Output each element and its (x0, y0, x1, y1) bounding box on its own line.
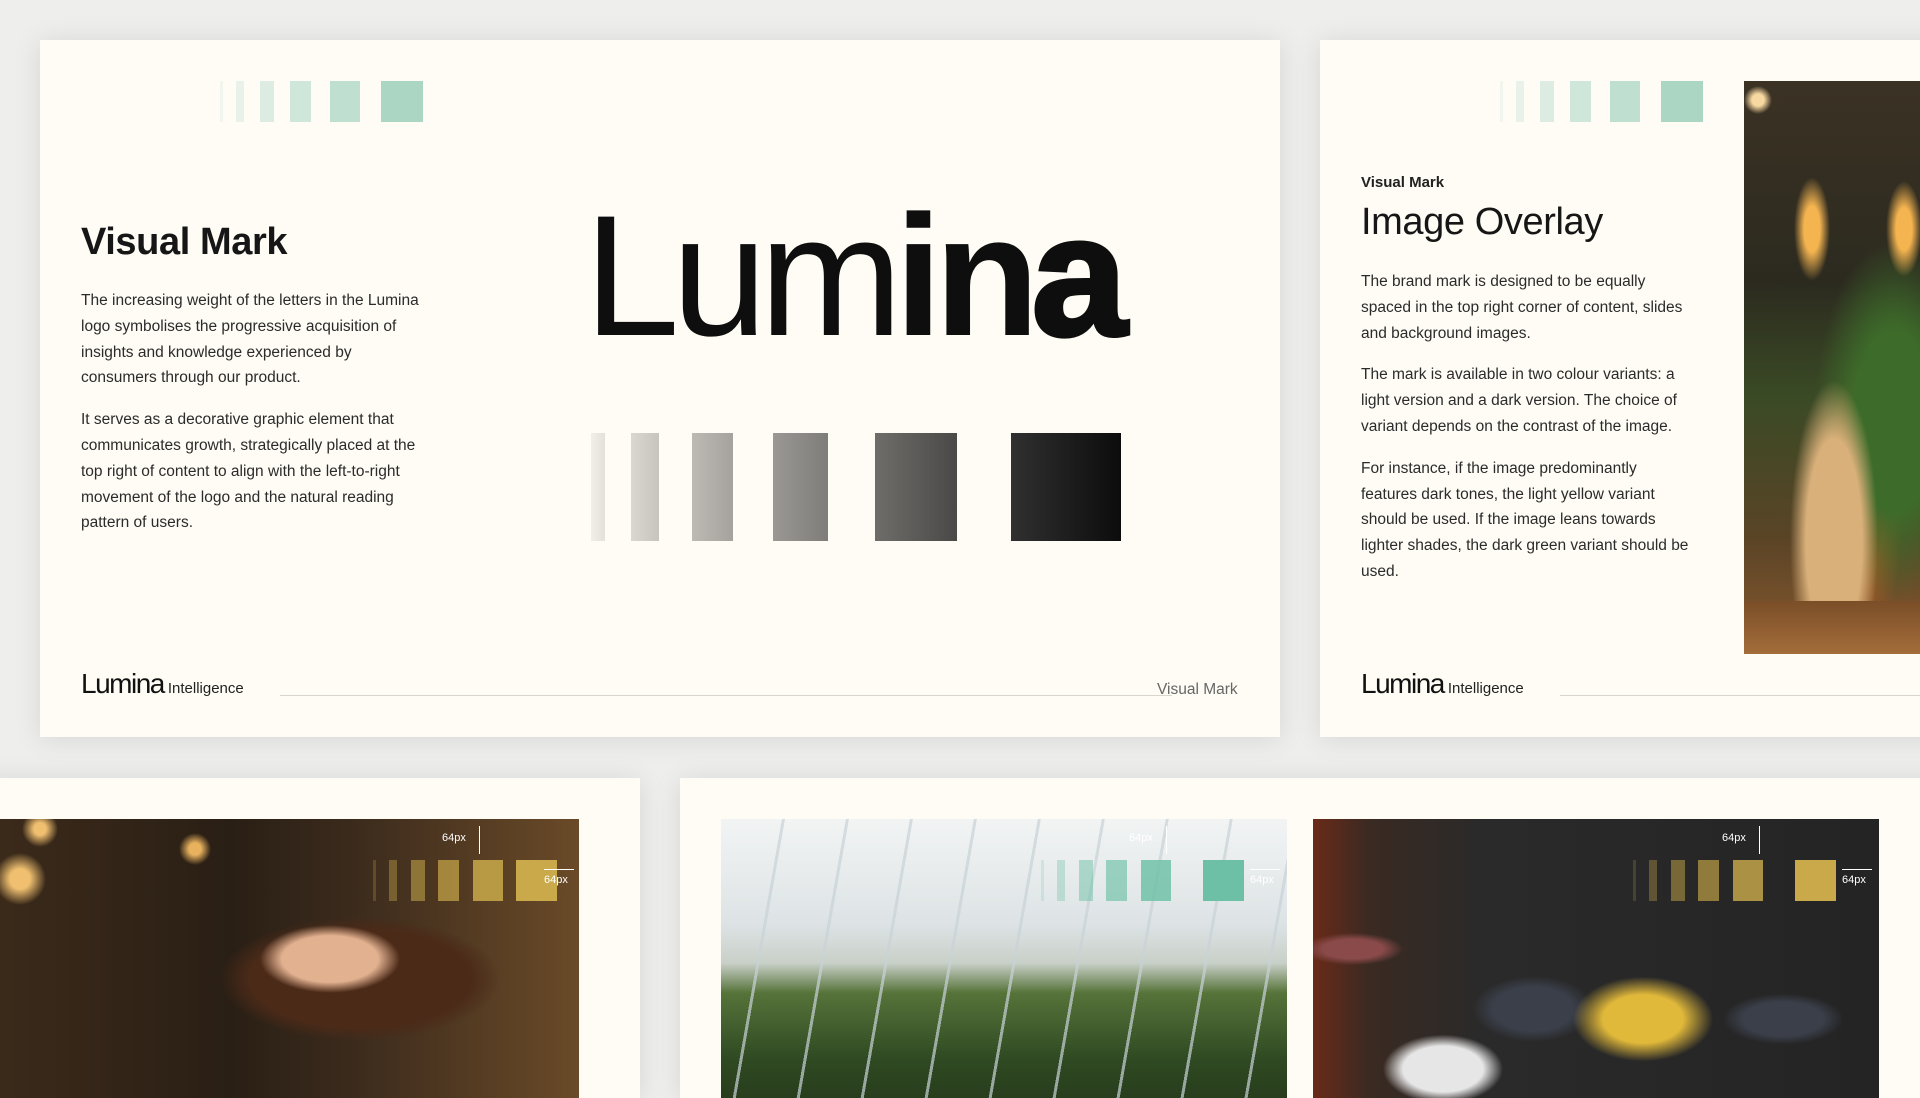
section-eyebrow: Visual Mark (1361, 174, 1445, 191)
teal-brand-mark (1041, 860, 1245, 902)
brand-mark-large (591, 433, 1122, 541)
footer-logo-sub: Intelligence (1447, 680, 1524, 697)
overlay-example-photo (1744, 81, 1920, 654)
spacing-indicator-horizontal (1250, 869, 1280, 870)
brand-mark-small (1500, 81, 1704, 123)
paragraph-variants: The mark is available in two colour vari… (1361, 366, 1677, 435)
paragraph-placement: It serves as a decorative graphic elemen… (81, 411, 416, 532)
footer-brand: Lumina Intelligence (1361, 668, 1524, 700)
spacing-label-right: 64px (1842, 874, 1866, 886)
spacing-label-top: 64px (442, 832, 466, 844)
footer-logo: Lumina (1361, 668, 1445, 699)
footer-divider (280, 695, 1172, 696)
section-description: The increasing weight of the letters in … (81, 288, 426, 552)
footer-logo-sub: Intelligence (167, 680, 244, 697)
spacing-indicator-vertical (479, 826, 480, 854)
footer-section-label: Visual Mark (1157, 681, 1238, 698)
paragraph-placement: The brand mark is designed to be equally… (1361, 273, 1683, 342)
gold-brand-mark (1633, 860, 1837, 902)
spacing-label-right: 64px (544, 874, 568, 886)
spacing-label-top: 64px (1722, 832, 1746, 844)
gold-brand-mark (373, 860, 557, 902)
spacing-indicator-horizontal (544, 869, 574, 870)
lumina-logo-large: Lumina (584, 180, 1129, 372)
paragraph-example: For instance, if the image predominantly… (1361, 459, 1689, 580)
spacing-label-right: 64px (1250, 874, 1274, 886)
overlay-example-slide-warm: 64px 64px (0, 778, 640, 1098)
footer-logo: Lumina (81, 668, 165, 699)
greenhouse-photo: 64px 64px (721, 819, 1287, 1098)
brand-mark-small (220, 81, 464, 123)
image-overlay-slide: Visual Mark Image Overlay The brand mark… (1320, 40, 1920, 737)
footer-divider (1560, 695, 1920, 696)
spacing-indicator-vertical (1166, 826, 1167, 854)
paragraph-growth-meaning: The increasing weight of the letters in … (81, 292, 419, 387)
section-heading: Image Overlay (1361, 201, 1603, 243)
spacing-indicator-horizontal (1842, 869, 1872, 870)
spacing-label-top: 64px (1129, 832, 1153, 844)
market-photo: 64px 64px (1313, 819, 1879, 1098)
section-description: The brand mark is designed to be equally… (1361, 269, 1696, 601)
section-heading: Visual Mark (81, 221, 288, 263)
overlay-example-slide-pair: 64px 64px 64px 64px (680, 778, 1920, 1098)
visual-mark-slide: Visual Mark The increasing weight of the… (40, 40, 1280, 737)
footer-brand: Lumina Intelligence (81, 668, 244, 700)
woman-photo: 64px 64px (0, 819, 579, 1098)
spacing-indicator-vertical (1759, 826, 1760, 854)
